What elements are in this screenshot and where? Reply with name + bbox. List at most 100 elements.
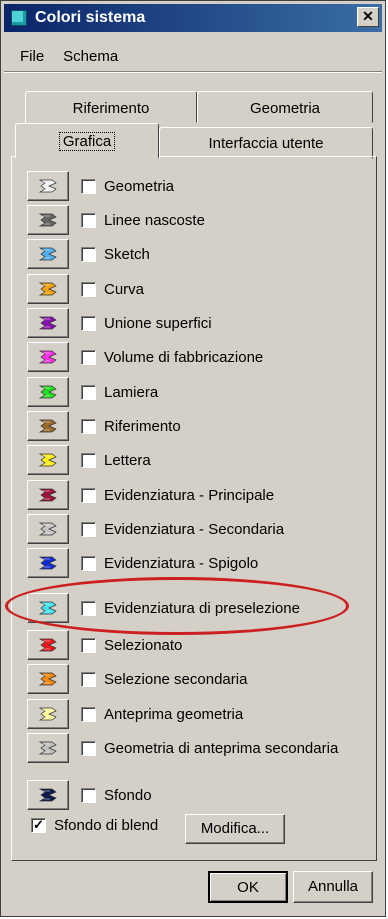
color-swatch-button[interactable] [27,548,69,578]
color-swatch-button[interactable] [27,780,69,810]
menu-file[interactable]: File [4,48,53,65]
color-label: Volume di fabbricazione [104,348,264,366]
color-swatch-button[interactable] [27,664,69,694]
tab-grafica-label: Grafica [58,132,116,151]
checkbox[interactable] [81,706,96,722]
color-label: Riferimento [104,417,181,435]
color-row: Anteprima geometria [27,699,243,729]
paint-brush-icon [38,282,57,296]
color-swatch-button[interactable] [27,377,69,407]
blend-label: Sfondo di blend [54,817,159,834]
menu-schema[interactable]: Schema [53,48,127,65]
blend-option: ✓ Sfondo di blend [31,817,158,834]
color-row: Evidenziatura - Secondaria [27,514,284,544]
checkbox[interactable] [81,384,96,400]
color-swatch-button[interactable] [27,205,69,235]
color-label: Lamiera [104,383,159,401]
tab-interfaccia-utente[interactable]: Interfaccia utente [159,127,373,159]
paint-brush-icon [38,741,57,755]
checkbox[interactable] [81,555,96,571]
paint-brush-icon [38,247,57,261]
paint-brush-icon [38,556,57,570]
color-label: Sketch [104,245,150,263]
paint-brush-icon [38,522,57,536]
paint-brush-icon [38,385,57,399]
window-title: Colori sistema [35,9,146,26]
paint-brush-icon [38,419,57,433]
checkbox[interactable] [81,671,96,687]
color-label: Geometria [104,177,175,195]
color-swatch-button[interactable] [27,308,69,338]
ok-button[interactable]: OK [208,871,288,903]
checkbox[interactable] [81,418,96,434]
paint-brush-icon [38,488,57,502]
color-row: Geometria [27,171,174,201]
color-label: Selezione secondaria [104,670,248,688]
color-swatch-button[interactable] [27,514,69,544]
color-row: Volume di fabbricazione [27,342,263,372]
paint-brush-icon [38,672,57,686]
color-label: Evidenziatura - Principale [104,486,275,504]
color-row: Lamiera [27,377,158,407]
color-label: Lettera [104,451,151,469]
paint-brush-icon [38,638,57,652]
paint-brush-icon [38,350,57,364]
checkbox[interactable] [81,521,96,537]
color-row: Geometria di anteprima secondaria [27,733,338,763]
color-swatch-button[interactable] [27,699,69,729]
color-label: Linee nascoste [104,211,205,229]
color-label: Evidenziatura - Spigolo [104,554,259,572]
color-row: Selezione secondaria [27,664,247,694]
tab-geometria[interactable]: Geometria [197,91,373,123]
color-label: Evidenziatura - Secondaria [104,520,285,538]
color-swatch-button[interactable] [27,630,69,660]
paint-brush-icon [38,316,57,330]
color-swatch-button[interactable] [27,445,69,475]
color-swatch-button[interactable] [27,411,69,441]
paint-brush-icon [38,453,57,467]
color-row: Evidenziatura - Spigolo [27,548,258,578]
annotation-ellipse [5,577,349,635]
color-row: Sketch [27,239,150,269]
color-label: Geometria di anteprima secondaria [104,739,339,757]
checkbox[interactable] [81,178,96,194]
modify-button[interactable]: Modifica... [185,814,285,844]
color-swatch-button[interactable] [27,480,69,510]
close-button[interactable]: ✕ [357,7,379,27]
cancel-button[interactable]: Annulla [293,871,373,903]
color-swatch-button[interactable] [27,342,69,372]
checkbox[interactable] [81,246,96,262]
checkbox[interactable] [81,637,96,653]
checkbox[interactable] [81,487,96,503]
checkbox[interactable] [81,787,96,803]
checkbox[interactable] [81,740,96,756]
menu-bar: File Schema [4,41,382,72]
paint-brush-icon [38,179,57,193]
blend-checkbox[interactable]: ✓ [31,818,46,833]
color-label: Curva [104,280,145,298]
checkbox[interactable] [81,315,96,331]
color-label: Unione superfici [104,314,212,332]
title-bar: Colori sistema ✕ [4,4,382,32]
checkbox[interactable] [81,212,96,228]
color-row: Evidenziatura - Principale [27,480,274,510]
system-colors-dialog: Colori sistema ✕ File Schema Riferimento… [0,0,386,917]
color-swatch-button[interactable] [27,733,69,763]
color-swatch-button[interactable] [27,171,69,201]
paint-brush-icon [38,788,57,802]
checkbox[interactable] [81,281,96,297]
color-swatch-button[interactable] [27,239,69,269]
color-swatch-button[interactable] [27,274,69,304]
tab-grafica[interactable]: Grafica [15,123,159,159]
app-icon [11,10,27,26]
color-label: Anteprima geometria [104,705,244,723]
color-row: Unione superfici [27,308,212,338]
checkbox[interactable] [81,452,96,468]
color-row-sfondo: Sfondo [27,780,152,810]
color-row: Riferimento [27,411,181,441]
checkbox[interactable] [81,349,96,365]
paint-brush-icon [38,213,57,227]
tab-riferimento[interactable]: Riferimento [25,91,197,123]
color-row: Lettera [27,445,151,475]
color-label: Selezionato [104,636,183,654]
